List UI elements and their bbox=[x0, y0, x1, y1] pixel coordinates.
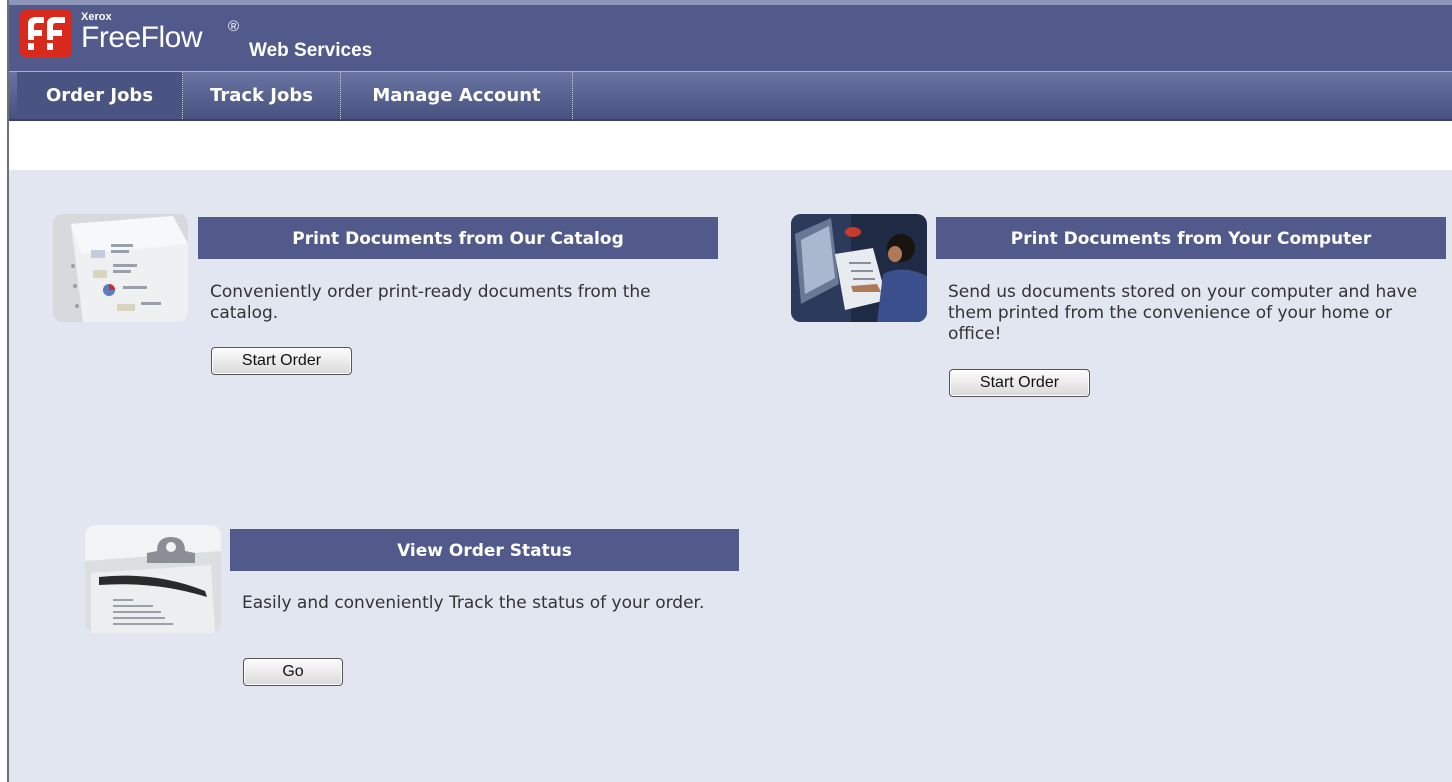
computer-panel-description: Send us documents stored on your compute… bbox=[948, 282, 1418, 344]
catalog-start-order-button[interactable]: Start Order bbox=[211, 347, 352, 375]
catalog-paper-stack-icon bbox=[53, 214, 188, 322]
tab-manage-account[interactable]: Manage Account bbox=[341, 72, 573, 119]
brand-registered-mark: ® bbox=[228, 18, 240, 35]
brand-subtitle: Web Services bbox=[249, 40, 373, 61]
app-header: Xerox FreeFlow ® Web Services bbox=[9, 0, 1452, 71]
catalog-panel-title: Print Documents from Our Catalog bbox=[198, 217, 718, 259]
xerox-ff-logo-icon bbox=[20, 10, 72, 57]
status-panel-title: View Order Status bbox=[230, 529, 739, 571]
main-nav: Order Jobs Track Jobs Manage Account bbox=[9, 71, 1452, 121]
computer-panel-title: Print Documents from Your Computer bbox=[936, 217, 1446, 259]
brand-product: FreeFlow bbox=[81, 21, 203, 54]
clipboard-pen-icon bbox=[85, 525, 221, 633]
status-go-button[interactable]: Go bbox=[243, 658, 343, 686]
person-at-computer-icon bbox=[791, 214, 927, 322]
catalog-panel-description: Conveniently order print-ready documents… bbox=[210, 282, 651, 323]
main-content: Print Documents from Our Catalog Conveni… bbox=[9, 170, 1452, 782]
tab-track-jobs[interactable]: Track Jobs bbox=[183, 72, 341, 119]
status-panel-description: Easily and conveniently Track the status… bbox=[242, 593, 705, 613]
tab-order-jobs[interactable]: Order Jobs bbox=[17, 72, 183, 119]
computer-start-order-button[interactable]: Start Order bbox=[949, 369, 1090, 397]
